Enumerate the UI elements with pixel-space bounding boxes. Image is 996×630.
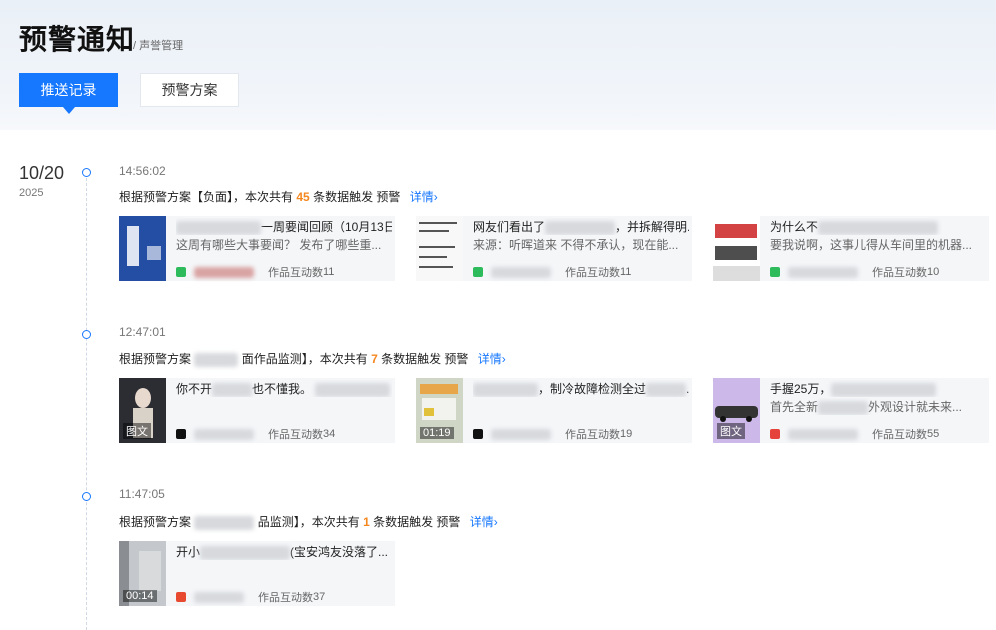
- interaction-label: 作品互动数: [872, 429, 927, 441]
- card-title: 你不开 也不懂我。: [176, 380, 392, 397]
- card-title: 为什么不: [770, 218, 986, 235]
- summary-suffix: 条数据触发 预警: [313, 190, 401, 204]
- timeline-year: 2025: [19, 187, 44, 199]
- content-card[interactable]: 图文 你不开 也不懂我。 作品互动数 34: [119, 378, 395, 443]
- douyin-icon: [473, 429, 483, 439]
- card-meta: 作品互动数 37: [176, 589, 325, 605]
- account-name: [788, 428, 858, 440]
- summary-suffix: 条数据触发 预警: [373, 515, 461, 529]
- card-meta: 作品互动数 55: [770, 426, 939, 442]
- content-card[interactable]: 为什么不 要我说啊，这事儿得从车间里的机器... 作品互动数 10: [713, 216, 989, 281]
- push-time: 11:47:05: [119, 487, 165, 501]
- card-desc: 首先全新 外观设计就未来...: [770, 400, 963, 415]
- push-time: 14:56:02: [119, 164, 166, 178]
- interaction-label: 作品互动数: [268, 429, 323, 441]
- interaction-count: 37: [313, 591, 326, 603]
- summary-mid: 面作品监测】，本次共有: [241, 352, 368, 366]
- card-meta: 作品互动数 10: [770, 264, 939, 280]
- summary-mid: 品监测】，本次共有: [257, 515, 360, 529]
- trigger-count: 45: [296, 190, 310, 204]
- content-card[interactable]: 网友们看出了 ，并拆解得明... 来源：听晖道来 不得不承认，现在能... 作品互…: [416, 216, 692, 281]
- card-title: ，制冷故障检测全过.: [473, 380, 689, 397]
- timeline-dot: [82, 168, 91, 177]
- interaction-count: 11: [620, 266, 632, 278]
- summary-prefix: 根据预警方案【负面】，本次共有: [119, 190, 294, 204]
- card-thumbnail: [119, 216, 166, 281]
- summary-prefix: 根据预警方案: [119, 352, 192, 366]
- douyin-icon: [176, 429, 186, 439]
- tab-push-records[interactable]: 推送记录: [19, 73, 118, 114]
- card-title: 网友们看出了 ，并拆解得明...: [473, 220, 689, 235]
- wechat-icon: [770, 267, 780, 277]
- interaction-label: 作品互动数: [258, 592, 313, 604]
- card-thumbnail: 图文: [119, 378, 166, 443]
- card-title: 一周要闻回顾（10月13日...: [176, 218, 392, 235]
- timeline-line: [86, 178, 87, 630]
- card-thumbnail: 01:19: [416, 378, 463, 443]
- details-link[interactable]: 详情›: [478, 352, 506, 366]
- interaction-count: 10: [927, 266, 940, 278]
- content-card[interactable]: 图文 手握25万， 首先全新 外观设计就未来... 作品互动数 55: [713, 378, 989, 443]
- push-summary: 根据预警方案 面作品监测】，本次共有 7 条数据触发 预警 详情›: [119, 350, 506, 367]
- push-summary: 根据预警方案 品监测】，本次共有 1 条数据触发 预警 详情›: [119, 513, 498, 530]
- card-meta: 作品互动数 11: [176, 264, 334, 280]
- video-duration: 01:19: [420, 427, 454, 439]
- interaction-label: 作品互动数: [565, 429, 620, 441]
- account-name: [194, 591, 244, 603]
- content-card[interactable]: 00:14 开小 (宝安鸿友没落了... 作品互动数 37: [119, 541, 395, 606]
- summary-prefix: 根据预警方案: [119, 515, 192, 529]
- card-desc: 要我说啊，这事儿得从车间里的机器...: [770, 238, 973, 252]
- breadcrumb[interactable]: / 声誉管理: [133, 37, 183, 53]
- wechat-icon: [473, 267, 483, 277]
- trigger-count: 1: [363, 515, 370, 529]
- card-meta: 作品互动数 19: [473, 426, 632, 442]
- card-desc: 来源：听晖道来 不得不承认，现在能...: [473, 238, 679, 252]
- content-card[interactable]: 01:19 ，制冷故障检测全过. 作品互动数19: [416, 378, 692, 443]
- card-meta: 作品互动数 34: [176, 426, 335, 442]
- card-meta: 作品互动数 11: [473, 264, 631, 280]
- card-desc: 这周有哪些大事要闻？ 发布了哪些重...: [176, 238, 382, 252]
- interaction-label: 作品互动数: [268, 267, 323, 279]
- details-link[interactable]: 详情›: [470, 515, 498, 529]
- interaction-count: 11: [323, 266, 335, 278]
- account-name: [194, 266, 254, 278]
- card-thumbnail: [416, 216, 463, 281]
- timeline-date: 10/20: [19, 163, 65, 183]
- account-name: [194, 428, 254, 440]
- card-thumbnail: [713, 216, 760, 281]
- video-duration: 00:14: [123, 590, 157, 602]
- tab-alert-plans[interactable]: 预警方案: [140, 73, 239, 107]
- account-name: [788, 266, 858, 278]
- push-time: 12:47:01: [119, 325, 166, 339]
- card-thumbnail: 图文: [713, 378, 760, 443]
- account-name: [491, 428, 551, 440]
- page-title: 预警通知: [19, 24, 136, 55]
- content-card[interactable]: 一周要闻回顾（10月13日... 这周有哪些大事要闻？ 发布了哪些重... 作品…: [119, 216, 395, 281]
- interaction-count: 19: [620, 428, 633, 440]
- toutiao-icon: [770, 429, 780, 439]
- summary-suffix: 条数据触发 预警: [381, 352, 469, 366]
- interaction-count: 55: [927, 428, 940, 440]
- timeline-dot: [82, 492, 91, 501]
- interaction-label: 作品互动数: [872, 267, 927, 279]
- trigger-count: 7: [371, 352, 378, 366]
- media-type-badge: 图文: [123, 423, 151, 439]
- page-header: 预警通知 / 声誉管理 推送记录 预警方案: [0, 0, 996, 130]
- weibo-icon: [176, 592, 186, 602]
- interaction-count: 34: [323, 428, 336, 440]
- details-link[interactable]: 详情›: [410, 190, 438, 204]
- card-title: 开小 (宝安鸿友没落了...: [176, 545, 389, 560]
- timeline-dot: [82, 330, 91, 339]
- wechat-icon: [176, 267, 186, 277]
- interaction-label: 作品互动数: [565, 267, 620, 279]
- account-name: [491, 266, 551, 278]
- push-summary: 根据预警方案【负面】，本次共有 45 条数据触发 预警 详情›: [119, 188, 438, 205]
- card-title: 手握25万，: [770, 380, 986, 397]
- media-type-badge: 图文: [717, 423, 745, 439]
- card-thumbnail: 00:14: [119, 541, 166, 606]
